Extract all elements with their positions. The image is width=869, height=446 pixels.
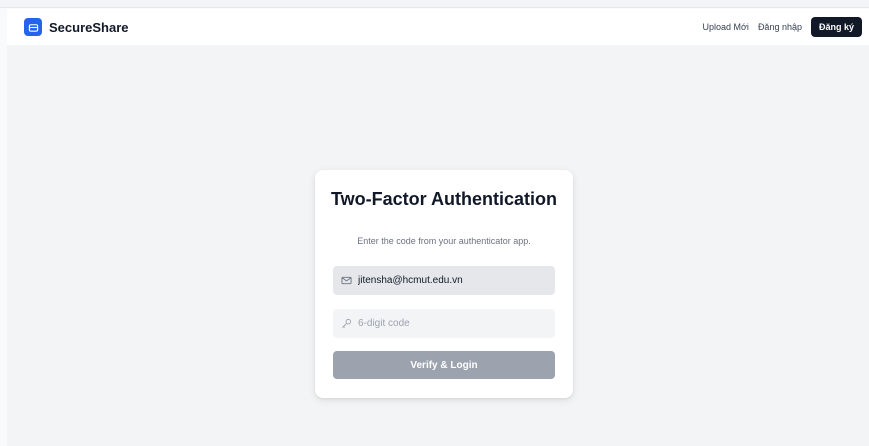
- shield-logo-icon: [24, 18, 42, 36]
- brand-name: SecureShare: [49, 19, 129, 35]
- upload-link[interactable]: Upload Mới: [703, 22, 749, 32]
- email-field-wrapper: [333, 266, 555, 295]
- code-input[interactable]: [358, 318, 548, 329]
- two-factor-card: Two-Factor Authentication Enter the code…: [315, 170, 573, 398]
- email-field[interactable]: [358, 275, 548, 286]
- verify-login-button[interactable]: Verify & Login: [333, 351, 555, 379]
- signup-button[interactable]: Đăng ký: [810, 17, 862, 37]
- brand[interactable]: SecureShare: [24, 18, 129, 36]
- login-link[interactable]: Đăng nhập: [758, 22, 802, 32]
- card-subtitle: Enter the code from your authenticator a…: [357, 236, 531, 246]
- browser-top-strip: [0, 0, 869, 8]
- mail-icon: [341, 275, 352, 286]
- nav-links: Upload Mới Đăng nhập Đăng ký: [703, 17, 862, 37]
- navbar: SecureShare Upload Mới Đăng nhập Đăng ký: [7, 9, 869, 45]
- key-icon: [341, 318, 352, 329]
- card-title: Two-Factor Authentication: [331, 189, 557, 209]
- code-field-wrapper: [333, 309, 555, 338]
- page: SecureShare Upload Mới Đăng nhập Đăng ký…: [0, 0, 869, 446]
